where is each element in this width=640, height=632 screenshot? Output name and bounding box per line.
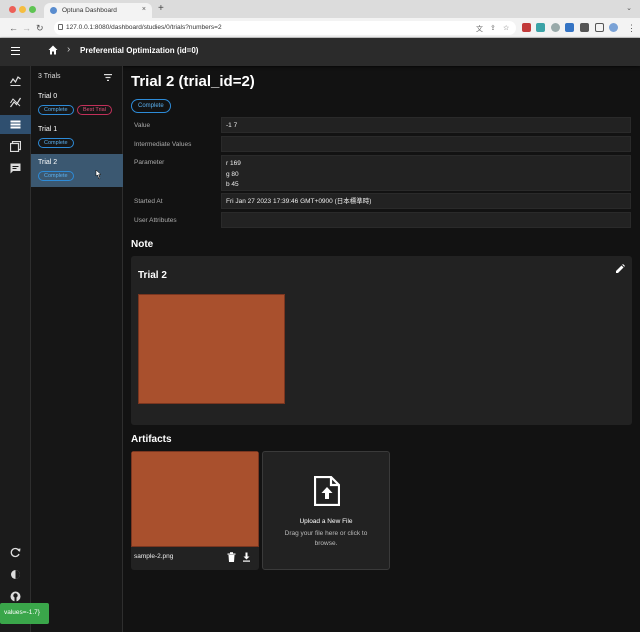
- extension-red-icon[interactable]: [522, 23, 531, 32]
- trial-name: Trial 0: [38, 93, 58, 100]
- table-icon: [10, 141, 21, 152]
- upload-hint: Drag your file here or click to browse.: [284, 530, 368, 547]
- rail-item-note[interactable]: [0, 159, 31, 178]
- chart-icon: [10, 76, 21, 86]
- note-heading: Note: [131, 239, 154, 250]
- list-icon: [10, 120, 21, 129]
- extension-teal-icon[interactable]: [536, 23, 545, 32]
- hamburger-icon[interactable]: [11, 47, 20, 55]
- intermediate-values-field: [221, 136, 631, 152]
- download-icon[interactable]: [242, 552, 251, 562]
- forward-icon[interactable]: →: [22, 23, 31, 33]
- address-bar[interactable]: 127.0.0.1:8080/dashboard/studies/0/trial…: [54, 21, 516, 35]
- note-title: Trial 2: [138, 270, 167, 281]
- artifact-thumbnail[interactable]: [131, 451, 259, 547]
- info-icon[interactable]: [58, 24, 63, 30]
- reload-page-icon[interactable]: ↻: [36, 23, 44, 33]
- back-icon[interactable]: ←: [9, 23, 18, 33]
- close-window-button[interactable]: [9, 6, 16, 13]
- upload-file-icon: [314, 476, 340, 506]
- parameter-label: Parameter: [134, 159, 165, 166]
- started-at-label: Started At: [134, 198, 163, 205]
- best-trial-chip: Best Trial: [77, 105, 112, 115]
- reload-icon: [10, 547, 21, 558]
- app-header: › Preferential Optimization (id=0): [0, 38, 640, 66]
- mouse-cursor-icon: [95, 170, 102, 180]
- sidebar-toggle-icon[interactable]: [595, 23, 604, 32]
- trial-list-item-selected[interactable]: Trial 2 Complete: [31, 154, 123, 187]
- state-chip: Complete: [38, 105, 74, 115]
- note-image: [138, 294, 285, 404]
- page-title: Trial 2 (trial_id=2): [131, 73, 255, 90]
- intermediate-values-label: Intermediate Values: [134, 141, 192, 148]
- minimize-window-button[interactable]: [19, 6, 26, 13]
- tab-title: Optuna Dashboard: [62, 7, 117, 14]
- study-title[interactable]: Preferential Optimization (id=0): [80, 46, 198, 55]
- rail-item-trials-list[interactable]: [0, 115, 31, 134]
- value-field: -1 7: [221, 117, 631, 133]
- tab-close-icon[interactable]: ×: [142, 6, 146, 13]
- trial-detail: Trial 2 (trial_id=2) Complete Value -1 7…: [123, 66, 640, 632]
- trash-icon[interactable]: [227, 552, 236, 562]
- extension-blue-icon[interactable]: [565, 23, 574, 32]
- navigation-rail: [0, 66, 31, 632]
- tab-list-chevron-icon[interactable]: ⌄: [626, 4, 632, 12]
- extension-gray-icon[interactable]: [551, 23, 560, 32]
- breadcrumb-separator: ›: [67, 44, 71, 55]
- user-attributes-field: [221, 212, 631, 228]
- browser-toolbar: ← → ↻ 127.0.0.1:8080/dashboard/studies/0…: [0, 18, 640, 38]
- trial-name: Trial 2: [38, 159, 58, 166]
- trial-list-item[interactable]: Trial 1 Complete: [31, 121, 123, 154]
- status-badge: Complete: [131, 99, 171, 113]
- parameter-field: r 169 g 80 b 45: [221, 155, 631, 191]
- upload-dropzone[interactable]: Upload a New File Drag your file here or…: [262, 451, 390, 570]
- browser-tab[interactable]: Optuna Dashboard ×: [44, 3, 152, 18]
- trial-list-item[interactable]: Trial 0 Complete Best Trial: [31, 88, 123, 121]
- zoom-window-button[interactable]: [29, 6, 36, 13]
- rail-item-history[interactable]: [0, 71, 31, 90]
- translate-icon[interactable]: 文: [476, 24, 483, 34]
- rail-item-theme[interactable]: [0, 565, 31, 584]
- note-card: Trial 2: [131, 256, 632, 425]
- trials-list-panel: 3 Trials Trial 0 Complete Best Trial Tri…: [31, 66, 123, 632]
- rail-item-reload[interactable]: [0, 543, 31, 562]
- started-at-field: Fri Jan 27 2023 17:39:46 GMT+0900 (日本標準時…: [221, 193, 631, 209]
- share-icon[interactable]: ⇪: [490, 24, 496, 32]
- state-chip: Complete: [38, 171, 74, 181]
- profile-avatar-icon[interactable]: [609, 23, 618, 32]
- state-chip: Complete: [38, 138, 74, 148]
- github-icon: [10, 591, 21, 602]
- browser-menu-icon[interactable]: ⋮: [627, 23, 636, 33]
- theme-icon: [11, 570, 20, 579]
- bookmark-star-icon[interactable]: ☆: [503, 24, 509, 32]
- analytics-icon: [10, 97, 21, 108]
- trials-count: 3 Trials: [38, 73, 61, 80]
- snackbar-toast: values=-1.7}: [0, 603, 49, 624]
- rail-item-trials-table[interactable]: [0, 137, 31, 156]
- value-label: Value: [134, 122, 151, 129]
- browser-tab-strip: Optuna Dashboard × + ⌄: [0, 0, 640, 18]
- upload-title: Upload a New File: [299, 518, 353, 525]
- new-tab-button[interactable]: +: [158, 4, 164, 14]
- trial-name: Trial 1: [38, 126, 58, 133]
- rail-item-analytics[interactable]: [0, 93, 31, 112]
- artifacts-heading: Artifacts: [131, 434, 172, 445]
- filter-icon[interactable]: [104, 74, 112, 81]
- extensions-puzzle-icon[interactable]: [580, 23, 589, 32]
- user-attributes-label: User Attributes: [134, 217, 177, 224]
- home-icon[interactable]: [48, 45, 58, 55]
- artifact-filename: sample-2.png: [134, 553, 174, 560]
- edit-icon[interactable]: [615, 264, 625, 274]
- url-text: 127.0.0.1:8080/dashboard/studies/0/trial…: [66, 24, 222, 31]
- artifact-card: sample-2.png: [131, 451, 259, 570]
- note-icon: [10, 163, 21, 174]
- optuna-favicon-icon: [50, 7, 57, 14]
